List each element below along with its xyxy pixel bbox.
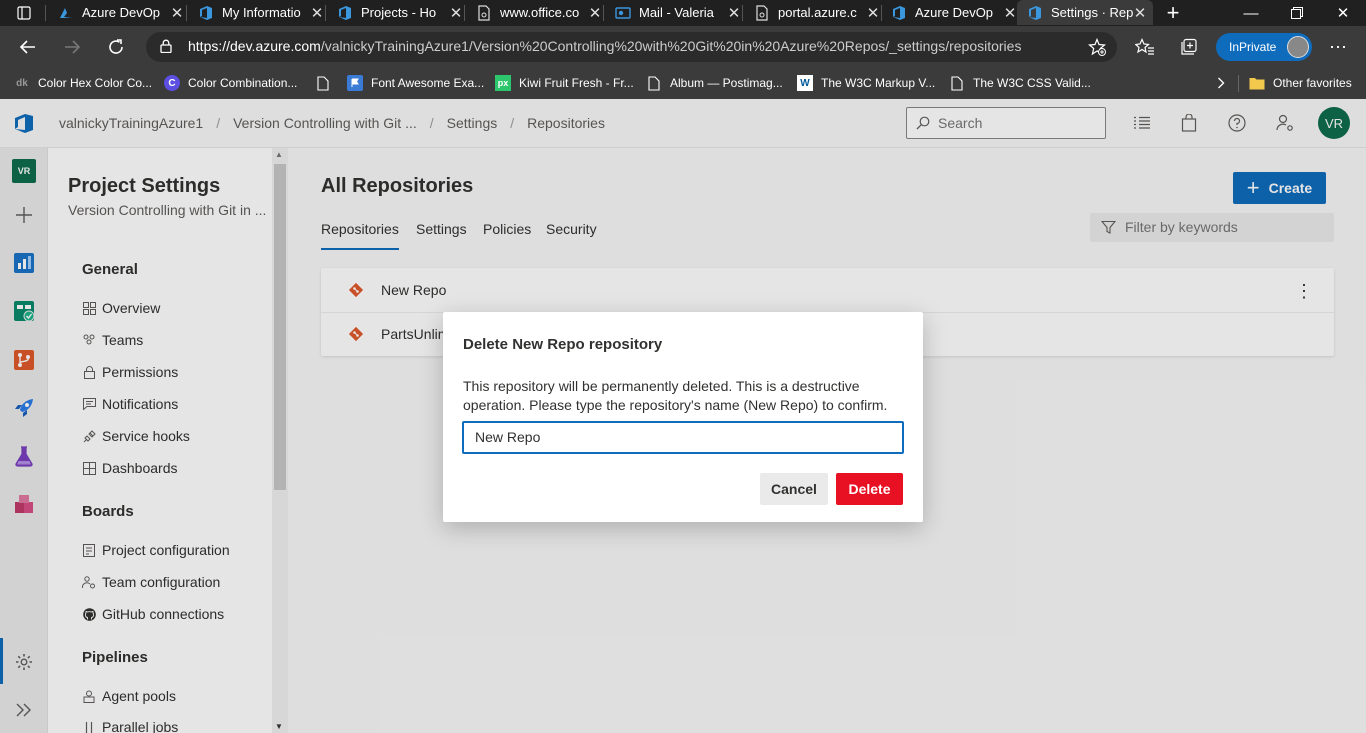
page-icon bbox=[949, 75, 965, 91]
favorite-label: The W3C Markup V... bbox=[821, 76, 936, 90]
address-bar: https://dev.azure.com/valnickyTrainingAz… bbox=[0, 26, 1366, 68]
url-text: https://dev.azure.com/valnickyTrainingAz… bbox=[188, 38, 1021, 54]
favorite-label: Color Combination... bbox=[188, 76, 298, 90]
favorite-item[interactable]: C Color Combination... bbox=[164, 72, 297, 94]
browser-tab[interactable]: Azure DevOp ✕ bbox=[58, 0, 184, 25]
cancel-button[interactable]: Cancel bbox=[760, 473, 828, 505]
favorite-label: The W3C CSS Valid... bbox=[973, 76, 1091, 90]
minimize-icon[interactable]: — bbox=[1228, 0, 1274, 26]
browser-tab-strip: Azure DevOp ✕ My Informatio ✕ Projects -… bbox=[0, 0, 1366, 26]
close-window-icon[interactable]: ✕ bbox=[1320, 0, 1366, 26]
tab-title: www.office.co bbox=[500, 5, 580, 20]
favorite-label: Album — Postimag... bbox=[670, 76, 783, 90]
favorite-item[interactable]: px Kiwi Fruit Fresh - Fr... bbox=[495, 72, 634, 94]
url-field[interactable]: https://dev.azure.com/valnickyTrainingAz… bbox=[146, 32, 1117, 62]
profile-avatar-icon bbox=[1287, 36, 1309, 58]
w3c-icon: W bbox=[797, 75, 813, 91]
back-icon[interactable] bbox=[12, 26, 44, 68]
browser-tab[interactable]: Projects - Ho ✕ bbox=[337, 0, 463, 25]
add-favorite-icon[interactable] bbox=[1088, 38, 1106, 56]
tab-close-icon[interactable]: ✕ bbox=[1003, 4, 1017, 22]
folder-icon bbox=[1249, 75, 1265, 91]
other-favorites[interactable]: Other favorites bbox=[1249, 72, 1352, 94]
confirm-name-field[interactable] bbox=[462, 421, 904, 454]
page-icon bbox=[754, 4, 770, 21]
favorite-item[interactable]: Font Awesome Exa... bbox=[347, 72, 484, 94]
tab-title: Azure DevOp bbox=[915, 5, 994, 20]
browser-tab[interactable]: Azure DevOp ✕ bbox=[891, 0, 1017, 25]
azure-devops-icon bbox=[58, 5, 74, 21]
browser-tab[interactable]: Mail - Valeria ✕ bbox=[615, 0, 741, 25]
tab-title: Settings · Rep bbox=[1051, 5, 1133, 20]
favorite-item[interactable]: The W3C CSS Valid... bbox=[949, 72, 1091, 94]
url-host: https://dev.azure.com bbox=[188, 38, 321, 54]
pixabay-icon: px bbox=[495, 75, 511, 91]
tab-title: portal.azure.c bbox=[778, 5, 857, 20]
new-tab-icon[interactable]: + bbox=[1162, 0, 1184, 25]
devops-icon bbox=[1027, 5, 1043, 21]
lock-icon[interactable] bbox=[160, 39, 172, 54]
favorite-item[interactable] bbox=[315, 72, 339, 94]
outlook-icon bbox=[615, 5, 631, 21]
tab-close-icon[interactable]: ✕ bbox=[727, 4, 741, 22]
dialog-title: Delete New Repo repository bbox=[463, 336, 663, 353]
dialog-message: This repository will be permanently dele… bbox=[463, 378, 888, 413]
tab-title: My Informatio bbox=[222, 5, 301, 20]
tab-close-icon[interactable]: ✕ bbox=[1133, 4, 1147, 22]
font-awesome-flag-icon bbox=[347, 75, 363, 91]
devops-icon bbox=[891, 5, 907, 21]
browser-tab[interactable]: My Informatio ✕ bbox=[198, 0, 324, 25]
devops-icon bbox=[337, 5, 353, 21]
colorhex-icon: dk bbox=[16, 77, 28, 89]
favorites-bar: dk Color Hex Color Co... C Color Combina… bbox=[0, 68, 1366, 99]
tab-close-icon[interactable]: ✕ bbox=[170, 4, 184, 22]
favorite-label: Kiwi Fruit Fresh - Fr... bbox=[519, 76, 634, 90]
restore-icon[interactable] bbox=[1274, 0, 1320, 26]
tab-close-icon[interactable]: ✕ bbox=[588, 4, 602, 22]
page-icon bbox=[476, 4, 492, 21]
collections-icon[interactable] bbox=[1173, 26, 1205, 68]
delete-button[interactable]: Delete bbox=[836, 473, 903, 505]
chevron-right-icon[interactable] bbox=[1214, 75, 1228, 91]
tab-close-icon[interactable]: ✕ bbox=[866, 4, 880, 22]
favorite-item[interactable]: W The W3C Markup V... bbox=[797, 72, 935, 94]
browser-tab-active[interactable]: Settings · Rep ✕ bbox=[1017, 0, 1153, 25]
favorite-label: Font Awesome Exa... bbox=[371, 76, 485, 90]
url-path: /valnickyTrainingAzure1/Version%20Contro… bbox=[320, 38, 1022, 54]
color-combination-icon: C bbox=[164, 75, 180, 91]
inprivate-button[interactable]: InPrivate bbox=[1216, 33, 1312, 61]
tab-close-icon[interactable]: ✕ bbox=[310, 4, 324, 22]
tab-title: Azure DevOp bbox=[82, 5, 161, 20]
tab-title: Mail - Valeria bbox=[639, 5, 714, 20]
delete-repository-dialog: Delete New Repo repository This reposito… bbox=[443, 312, 923, 522]
confirm-name-input[interactable] bbox=[475, 429, 885, 445]
more-options-icon[interactable]: ⋯ bbox=[1322, 26, 1354, 68]
refresh-icon[interactable] bbox=[100, 26, 132, 68]
favorite-label: Color Hex Color Co... bbox=[38, 76, 153, 90]
page-icon bbox=[646, 75, 662, 91]
forward-icon[interactable] bbox=[56, 26, 88, 68]
tab-title: Projects - Ho bbox=[361, 5, 437, 20]
page-icon bbox=[315, 75, 331, 91]
browser-tab[interactable]: www.office.co ✕ bbox=[476, 0, 602, 25]
other-favorites-label: Other favorites bbox=[1273, 76, 1352, 90]
favorite-item[interactable]: Album — Postimag... bbox=[646, 72, 783, 94]
devops-icon bbox=[198, 5, 214, 21]
favorites-icon[interactable] bbox=[1129, 26, 1161, 68]
favorite-item[interactable]: dk Color Hex Color Co... bbox=[14, 72, 152, 94]
tab-actions-icon[interactable] bbox=[16, 5, 32, 21]
browser-tab[interactable]: portal.azure.c ✕ bbox=[754, 0, 880, 25]
tab-close-icon[interactable]: ✕ bbox=[449, 4, 463, 22]
inprivate-label: InPrivate bbox=[1229, 40, 1277, 54]
